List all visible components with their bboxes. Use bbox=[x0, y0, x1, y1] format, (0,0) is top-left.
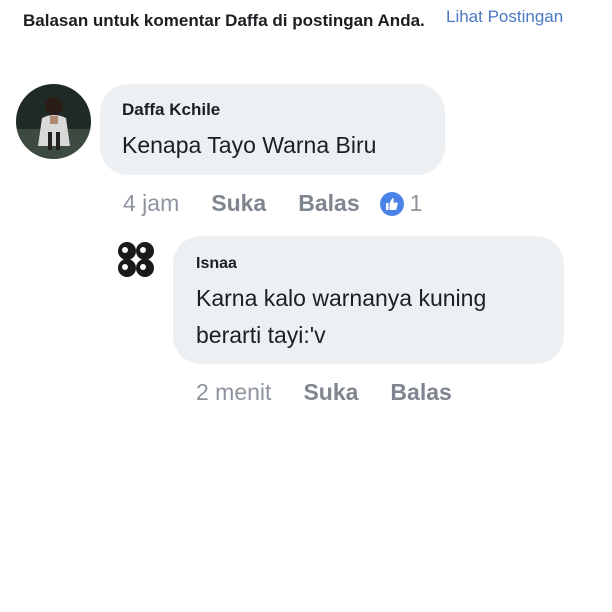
reply-author[interactable]: Isnaa bbox=[196, 255, 237, 273]
notification-title: Balasan untuk komentar Daffa di postinga… bbox=[23, 11, 425, 30]
avatar[interactable] bbox=[16, 84, 91, 159]
reply-button[interactable]: Balas bbox=[390, 379, 451, 406]
reply-actions: 2 menit Suka Balas bbox=[196, 379, 452, 406]
person-photo-icon bbox=[16, 84, 91, 159]
like-button[interactable]: Suka bbox=[303, 379, 358, 406]
thumbs-up-icon[interactable] bbox=[379, 191, 404, 216]
reply-button[interactable]: Balas bbox=[298, 190, 359, 217]
avatar[interactable] bbox=[114, 237, 158, 281]
reply-text: Karna kalo warnanya kuning berarti tayi:… bbox=[196, 285, 487, 348]
view-post-link[interactable]: Lihat Postingan bbox=[446, 6, 563, 28]
comment-actions: 4 jam Suka Balas 1 bbox=[123, 190, 422, 217]
reply-time: 2 menit bbox=[196, 379, 272, 405]
comment-text: Kenapa Tayo Warna Biru bbox=[122, 132, 377, 158]
cartoon-avatar-icon bbox=[114, 237, 158, 281]
like-button[interactable]: Suka bbox=[211, 190, 266, 217]
reaction-count[interactable]: 1 bbox=[410, 190, 423, 217]
comment-time: 4 jam bbox=[123, 190, 180, 216]
comment-author[interactable]: Daffa Kchile bbox=[122, 100, 220, 120]
notification-page: Balasan untuk komentar Daffa di postinga… bbox=[0, 0, 612, 612]
